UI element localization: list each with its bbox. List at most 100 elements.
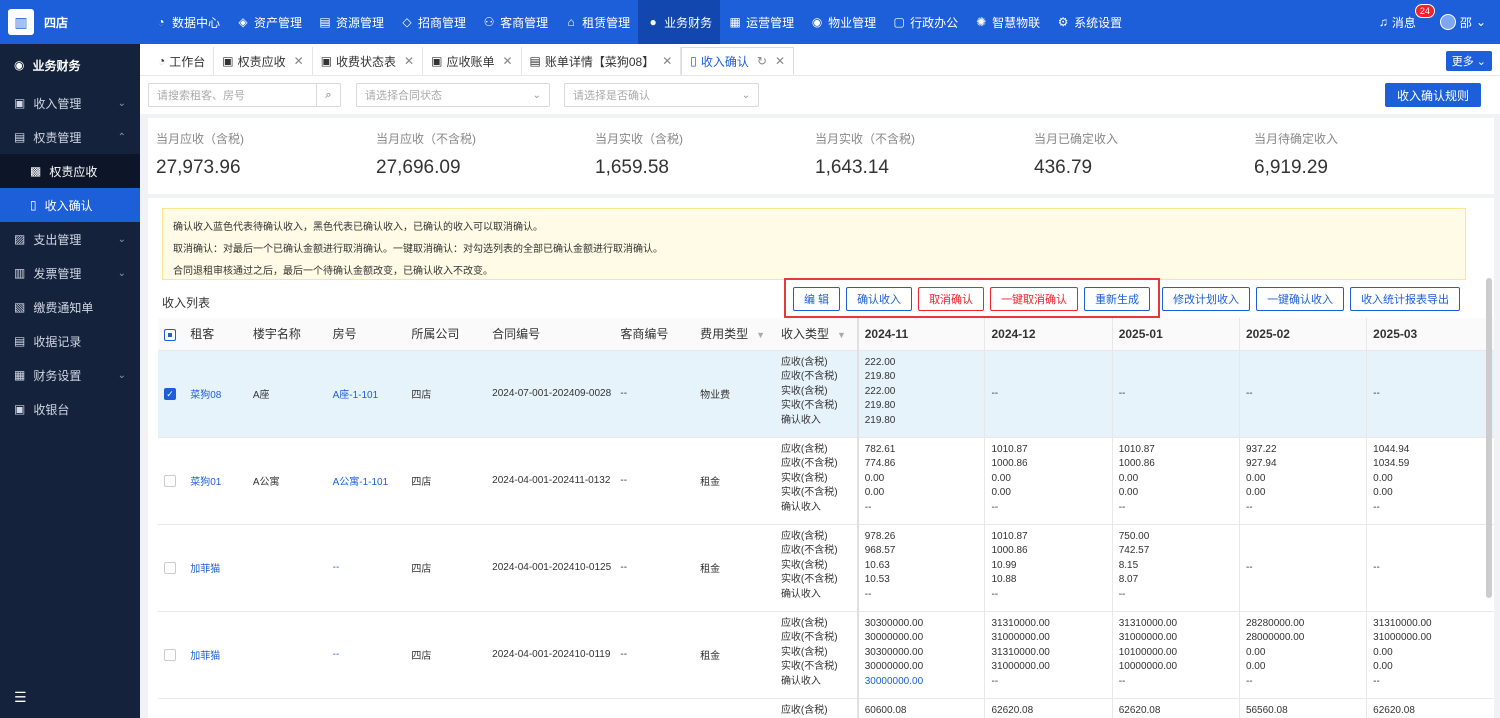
refresh-icon[interactable]: ↻	[757, 54, 767, 68]
sidebar-subitem[interactable]: ▩ 权责应收	[0, 154, 140, 188]
sidebar-item-label: 财务设置	[33, 368, 82, 383]
topnav-item[interactable]: ▢ 行政办公	[884, 0, 966, 44]
confirm-status-select[interactable]: 请选择是否确认 ⌄	[564, 83, 759, 107]
sidebar-item[interactable]: ▤ 权责管理 ⌃	[0, 120, 140, 154]
month-value: 30000000.00	[864, 632, 924, 643]
month-value[interactable]: 30000000.00	[865, 675, 985, 690]
table-row[interactable]: 加菲猫 -- 四店 2024-04-001-202410-0119 -- 租金 应收(含税)…	[158, 611, 1494, 699]
user-menu[interactable]: 邵 ⌄	[1439, 14, 1486, 31]
topnav-item[interactable]: ⌂ 租赁管理	[556, 0, 638, 44]
action-button[interactable]: 编 辑	[793, 287, 841, 311]
cell-merchant-value: --	[620, 562, 628, 573]
tab-item[interactable]: ▣ 权责应收 ✕	[214, 47, 313, 75]
cell-tenant-value[interactable]: 加菲猫	[190, 564, 220, 575]
topnav-item[interactable]: ✺ 智慧物联	[966, 0, 1048, 44]
table-row[interactable]: 菜狗01 A公寓 A公寓-1-101 四店 2024-04-001-202411-013…	[158, 437, 1494, 525]
income-rule-button[interactable]: 收入确认规则	[1384, 83, 1481, 107]
messages-button[interactable]: ♫ 消息 24	[1379, 3, 1435, 31]
sidebar-subitem[interactable]: ▯ 收入确认	[0, 188, 140, 222]
cell-contract: 2024-04-001-202410-0125	[486, 524, 615, 612]
notice-box: 确认收入蓝色代表待确认收入，黑色代表已确认收入，已确认的收入可以取消确认。 取消确…	[162, 208, 1466, 280]
month-value: 10.53	[864, 574, 890, 585]
table-row[interactable]: 加菲猫 -- 四店 2024-04-001-202410-0125 -- 租金 应收(含税)…	[158, 524, 1494, 612]
row-checkbox[interactable]: ✓	[164, 387, 176, 400]
cell-room-value[interactable]: A公寓-1-101	[333, 477, 389, 488]
month-value: 0.00	[1373, 472, 1393, 484]
row-select-cell	[158, 437, 185, 525]
action-button[interactable]: 一键取消确认	[990, 287, 1079, 311]
income-type-label: 应收(含税)	[780, 356, 828, 368]
vertical-scrollbar[interactable]	[1486, 278, 1492, 598]
tab-item[interactable]: ▣ 应收账单 ✕	[423, 47, 522, 75]
month-value: --	[1118, 588, 1126, 600]
topnav-item[interactable]: ◉ 物业管理	[802, 0, 884, 44]
topnav-item[interactable]: ⚙ 系统设置	[1048, 0, 1130, 44]
close-icon[interactable]: ✕	[502, 54, 512, 68]
table-row[interactable]: ✓ 菜狗08 A座 A座-1-101 四店 2024-07-001-202409-0028…	[158, 350, 1494, 438]
topnav-item[interactable]: ◈ 资产管理	[228, 0, 310, 44]
cell-tenant-value[interactable]: 菜狗08	[190, 390, 221, 401]
stat-card: 当月应收（不含税) 27,696.09	[376, 130, 476, 179]
month-value: 222.00	[864, 356, 896, 368]
message-count-badge: 24	[1414, 3, 1435, 18]
sidebar-item[interactable]: ▨ 支出管理 ⌄	[0, 222, 140, 256]
contract-status-select[interactable]: 请选择合同状态 ⌄	[356, 83, 550, 107]
row-checkbox[interactable]	[164, 561, 176, 574]
action-button[interactable]: 收入统计报表导出	[1350, 287, 1461, 311]
tab-item[interactable]: ▯ 收入确认 ↻ ✕	[681, 47, 795, 75]
action-button[interactable]: 确认收入	[846, 287, 913, 311]
tab-label: 工作台	[169, 54, 206, 69]
cell-tenant-value[interactable]: 菜狗01	[190, 477, 221, 488]
tab-item[interactable]: ▤ 账单详情【菜狗08】 ✕	[522, 47, 682, 75]
row-checkbox[interactable]	[164, 648, 176, 661]
table-row[interactable]: 应收(含税) 60600.08 62620.08 62620.08 56560.08 62…	[158, 698, 1494, 718]
sidebar-item[interactable]: ▣ 收入管理 ⌄	[0, 86, 140, 120]
collapse-menu-icon[interactable]: ☰	[14, 689, 27, 706]
sidebar-item[interactable]: ▤ 收据记录	[0, 324, 140, 358]
action-button[interactable]: 取消确认	[918, 287, 985, 311]
nav-label: 物业管理	[828, 15, 877, 30]
cell-income-types: 应收(含税) 应收(不含税) 实收(含税) 实收(不含税) 确认收入	[774, 437, 859, 525]
filter-icon[interactable]: ▼	[837, 330, 846, 340]
cell-tenant-value[interactable]: 加菲猫	[190, 651, 220, 662]
action-button[interactable]: 修改计划收入	[1162, 287, 1251, 311]
more-tabs-button[interactable]: 更多 ⌄	[1445, 51, 1492, 71]
column-label: 2025-03	[1373, 326, 1418, 341]
cell-room-value[interactable]: A座-1-101	[333, 390, 379, 401]
month-value: 31000000.00	[1373, 632, 1432, 643]
topnav-item[interactable]: ▤ 资源管理	[310, 0, 392, 44]
sidebar-subitem-label: 权责应收	[49, 164, 98, 179]
sidebar-item[interactable]: ▥ 发票管理 ⌄	[0, 256, 140, 290]
topnav-item[interactable]: ▦ 运营管理	[720, 0, 802, 44]
cell-room-value[interactable]: --	[333, 649, 340, 660]
sidebar-item[interactable]: ▧ 缴费通知单	[0, 290, 140, 324]
topnav-item[interactable]: ◔ 数据中心	[146, 0, 228, 44]
action-button[interactable]: 重新生成	[1084, 287, 1151, 311]
close-icon[interactable]: ✕	[662, 54, 672, 68]
topnav-item[interactable]: ⚇ 客商管理	[474, 0, 556, 44]
search-icon[interactable]: ⌕	[316, 84, 340, 106]
month-value: 1044.94	[1373, 443, 1410, 455]
action-button[interactable]: 一键确认收入	[1256, 287, 1345, 311]
row-checkbox[interactable]	[164, 474, 176, 487]
select-all-checkbox[interactable]	[164, 328, 176, 341]
filter-icon[interactable]: ▼	[756, 330, 765, 340]
sidebar-item[interactable]: ▦ 财务设置 ⌄	[0, 358, 140, 392]
month-value: 0.00	[1245, 472, 1266, 484]
cell-room-value[interactable]: --	[333, 562, 340, 573]
close-icon[interactable]: ✕	[404, 54, 414, 68]
app-logo[interactable]: ▥ 四店	[0, 0, 140, 44]
column-label: 客商编号	[620, 327, 669, 342]
topnav-item[interactable]: ◇ 招商管理	[392, 0, 474, 44]
topnav-item[interactable]: ● 业务财务	[638, 0, 721, 44]
close-icon[interactable]: ✕	[294, 54, 304, 68]
month-value: 219.80	[864, 371, 896, 382]
chevron-icon: ⌄	[117, 267, 126, 279]
tab-item[interactable]: ▣ 收费状态表 ✕	[313, 47, 424, 75]
tab-item[interactable]: ◔ 工作台	[150, 47, 215, 75]
close-icon[interactable]: ✕	[775, 54, 785, 68]
sidebar-item-icon: ▨	[14, 232, 26, 246]
tab-icon: ▣	[320, 54, 333, 68]
sidebar-item[interactable]: ▣ 收银台	[0, 392, 140, 426]
search-input[interactable]: 请搜索租客、房号 ⌕	[148, 83, 341, 107]
